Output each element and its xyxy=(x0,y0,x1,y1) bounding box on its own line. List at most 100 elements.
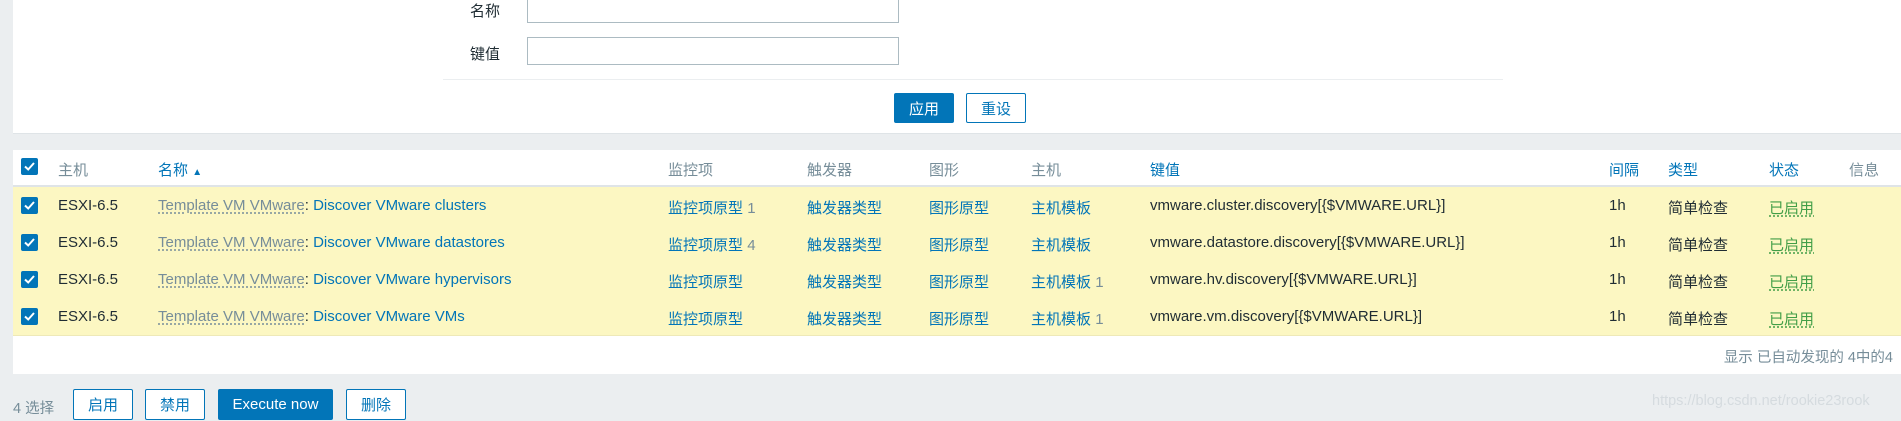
header-info: 信息 xyxy=(1849,162,1880,179)
row-items: 监控项原型 xyxy=(668,271,743,292)
host-prototypes-link[interactable]: 主机模板 xyxy=(1031,237,1091,254)
table-row: ESXI-6.5 Template VM VMware: Discover VM… xyxy=(13,224,1901,262)
item-prototypes-count: 1 xyxy=(747,200,756,217)
check-icon xyxy=(24,275,35,284)
discovery-rule-link[interactable]: Discover VMware datastores xyxy=(313,234,505,251)
select-all-checkbox[interactable] xyxy=(21,158,38,175)
header-name-sort[interactable]: 名称 ▲ xyxy=(158,159,202,180)
row-checkbox[interactable] xyxy=(21,234,38,251)
row-type: 简单检查 xyxy=(1668,237,1729,254)
discovery-rules-table: 主机 名称 ▲ 监控项 触发器 图形 主机 键值 间隔 类型 状态 信息 ESX… xyxy=(13,150,1901,374)
row-items: 监控项原型 1 xyxy=(668,197,756,218)
name-filter-label: 名称 xyxy=(470,3,501,20)
header-items: 监控项 xyxy=(668,162,714,179)
row-name: Template VM VMware: Discover VMware VMs xyxy=(158,308,465,325)
row-checkbox[interactable] xyxy=(21,197,38,214)
table-row: ESXI-6.5 Template VM VMware: Discover VM… xyxy=(13,187,1901,225)
reset-button[interactable]: 重设 xyxy=(966,93,1026,123)
host-prototypes-count: 1 xyxy=(1095,274,1104,291)
check-icon xyxy=(24,162,35,171)
trigger-prototypes-link[interactable]: 触发器类型 xyxy=(807,308,882,329)
row-key: vmware.cluster.discovery[{$VMWARE.URL}] xyxy=(1150,197,1446,214)
item-prototypes-count: 4 xyxy=(747,237,756,254)
header-triggers: 触发器 xyxy=(807,162,853,179)
name-separator: : xyxy=(304,197,309,214)
host-prototypes-link[interactable]: 主机模板 xyxy=(1031,311,1091,328)
graph-prototypes-link[interactable]: 图形原型 xyxy=(929,271,989,292)
status-toggle[interactable]: 已启用 xyxy=(1769,271,1814,292)
selected-count: 4 选择 xyxy=(13,401,55,417)
trigger-prototypes-link[interactable]: 触发器类型 xyxy=(807,271,882,292)
delete-button[interactable]: 删除 xyxy=(346,389,406,420)
row-items: 监控项原型 4 xyxy=(668,234,756,255)
filter-panel: 名称 键值 应用 重设 xyxy=(13,0,1901,134)
status-toggle[interactable]: 已启用 xyxy=(1769,197,1814,218)
graph-prototypes-link[interactable]: 图形原型 xyxy=(929,234,989,255)
row-hosts: 主机模板 1 xyxy=(1031,308,1104,329)
header-interval-sort[interactable]: 间隔 xyxy=(1609,159,1639,180)
item-prototypes-link[interactable]: 监控项原型 xyxy=(668,200,743,217)
row-checkbox[interactable] xyxy=(21,308,38,325)
item-prototypes-link[interactable]: 监控项原型 xyxy=(668,274,743,291)
item-prototypes-link[interactable]: 监控项原型 xyxy=(668,311,743,328)
row-hosts: 主机模板 xyxy=(1031,234,1091,255)
header-type-sort[interactable]: 类型 xyxy=(1668,159,1698,180)
row-key: vmware.vm.discovery[{$VMWARE.URL}] xyxy=(1150,308,1423,325)
row-key: vmware.datastore.discovery[{$VMWARE.URL}… xyxy=(1150,234,1465,251)
sort-ascending-icon: ▲ xyxy=(192,167,203,178)
discovery-rule-link[interactable]: Discover VMware VMs xyxy=(313,308,465,325)
table-header: 主机 名称 ▲ 监控项 触发器 图形 主机 键值 间隔 类型 状态 信息 xyxy=(13,150,1901,187)
item-prototypes-link[interactable]: 监控项原型 xyxy=(668,237,743,254)
table-summary: 显示 已自动发现的 4中的4 xyxy=(1723,350,1893,366)
name-separator: : xyxy=(304,308,309,325)
status-toggle[interactable]: 已启用 xyxy=(1769,308,1814,329)
enable-button[interactable]: 启用 xyxy=(73,389,133,420)
key-filter-input[interactable] xyxy=(527,37,899,65)
row-checkbox[interactable] xyxy=(21,271,38,288)
row-type: 简单检查 xyxy=(1668,274,1729,291)
host-prototypes-link[interactable]: 主机模板 xyxy=(1031,200,1091,217)
discovery-rule-link[interactable]: Discover VMware clusters xyxy=(313,197,486,214)
row-type: 简单检查 xyxy=(1668,311,1729,328)
key-filter-label: 键值 xyxy=(470,46,501,63)
row-interval: 1h xyxy=(1609,271,1626,288)
row-name: Template VM VMware: Discover VMware data… xyxy=(158,234,505,251)
host-prototypes-link[interactable]: 主机模板 xyxy=(1031,274,1091,291)
header-graphs: 图形 xyxy=(929,162,960,179)
graph-prototypes-link[interactable]: 图形原型 xyxy=(929,197,989,218)
row-hosts: 主机模板 1 xyxy=(1031,271,1104,292)
disable-button[interactable]: 禁用 xyxy=(145,389,205,420)
check-icon xyxy=(24,238,35,247)
discovery-rule-link[interactable]: Discover VMware hypervisors xyxy=(313,271,511,288)
graph-prototypes-link[interactable]: 图形原型 xyxy=(929,308,989,329)
row-key: vmware.hv.discovery[{$VMWARE.URL}] xyxy=(1150,271,1417,288)
header-host: 主机 xyxy=(58,162,89,179)
row-items: 监控项原型 xyxy=(668,308,743,329)
row-interval: 1h xyxy=(1609,234,1626,251)
template-link[interactable]: Template VM VMware xyxy=(158,197,305,214)
apply-button[interactable]: 应用 xyxy=(894,93,954,123)
header-hosts: 主机 xyxy=(1031,162,1062,179)
header-key-sort[interactable]: 键值 xyxy=(1150,159,1180,180)
check-icon xyxy=(24,312,35,321)
row-host: ESXI-6.5 xyxy=(58,234,119,251)
row-interval: 1h xyxy=(1609,308,1626,325)
row-name: Template VM VMware: Discover VMware clus… xyxy=(158,197,486,214)
row-interval: 1h xyxy=(1609,197,1626,214)
name-filter-input[interactable] xyxy=(527,0,899,23)
row-host: ESXI-6.5 xyxy=(58,271,119,288)
row-host: ESXI-6.5 xyxy=(58,197,119,214)
host-prototypes-count: 1 xyxy=(1095,311,1104,328)
template-link[interactable]: Template VM VMware xyxy=(158,308,305,325)
filter-divider xyxy=(443,79,1503,80)
template-link[interactable]: Template VM VMware xyxy=(158,271,305,288)
trigger-prototypes-link[interactable]: 触发器类型 xyxy=(807,234,882,255)
name-separator: : xyxy=(304,234,309,251)
execute-now-button[interactable]: Execute now xyxy=(218,389,333,420)
watermark-text: https://blog.csdn.net/rookie23rook xyxy=(1652,393,1870,409)
status-toggle[interactable]: 已启用 xyxy=(1769,234,1814,255)
name-separator: : xyxy=(304,271,309,288)
template-link[interactable]: Template VM VMware xyxy=(158,234,305,251)
trigger-prototypes-link[interactable]: 触发器类型 xyxy=(807,197,882,218)
header-status-sort[interactable]: 状态 xyxy=(1769,159,1799,180)
